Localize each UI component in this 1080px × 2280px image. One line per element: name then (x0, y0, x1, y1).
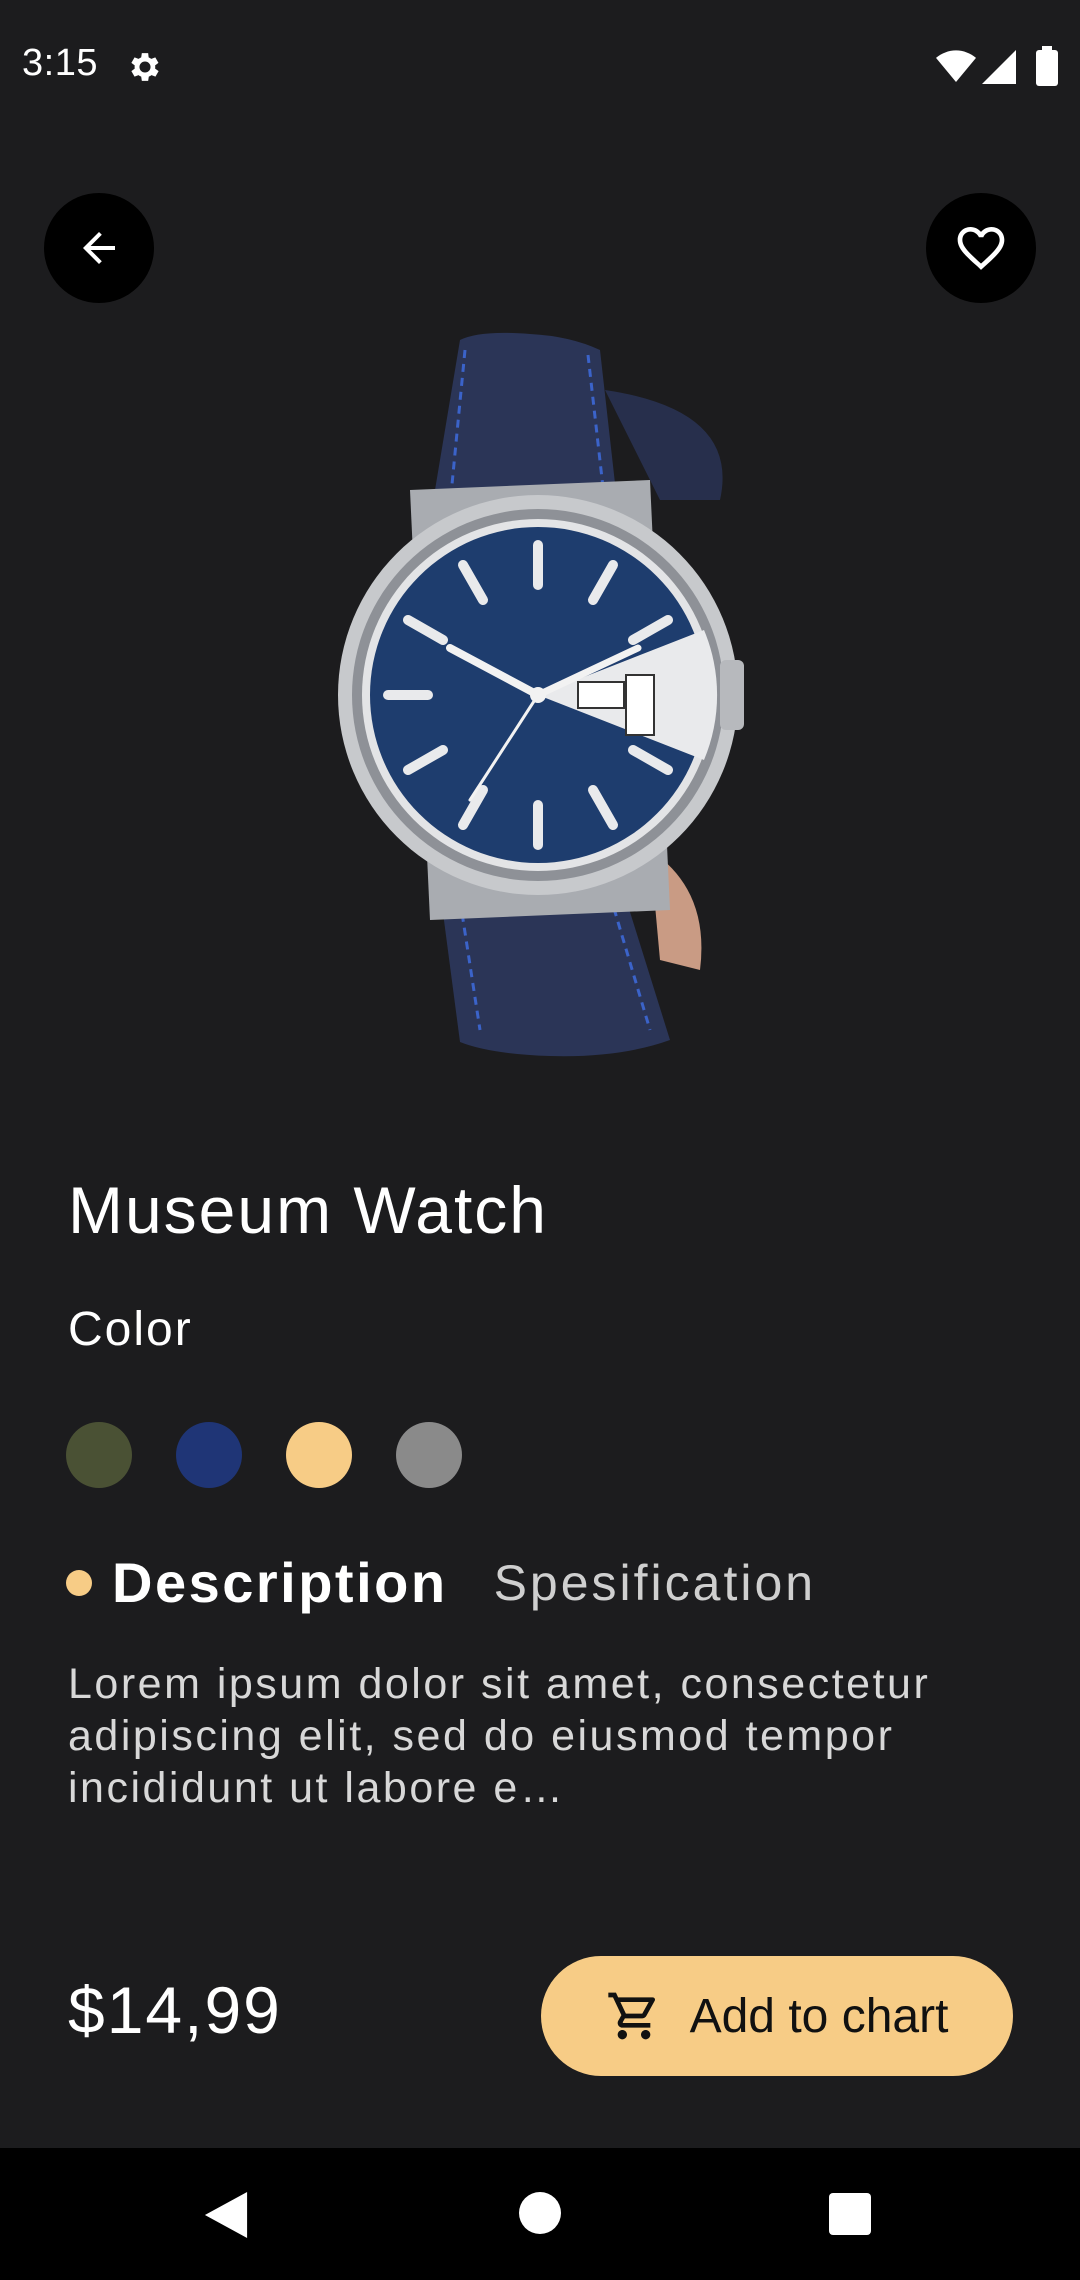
status-bar: 3:15 (0, 0, 1080, 135)
wristwatch-image (338, 332, 744, 1057)
signal-icon (982, 50, 1016, 84)
arrow-left-icon (83, 232, 115, 264)
tab-specification[interactable]: Spesification (494, 1554, 817, 1612)
nav-back-icon[interactable] (204, 2192, 248, 2238)
add-to-cart-label: Add to chart (689, 1989, 949, 2043)
gear-icon (131, 53, 159, 81)
status-time: 3:15 (22, 42, 98, 84)
nav-home-icon[interactable] (519, 2192, 561, 2234)
product-price: $14,99 (68, 1973, 282, 2047)
tab-description[interactable]: Description (112, 1550, 448, 1615)
swatch-navy[interactable] (176, 1422, 242, 1488)
swatch-olive[interactable] (66, 1422, 132, 1488)
product-detail-screen: 3:15 Museum Watch Color Description Spes… (0, 0, 1080, 2280)
product-description: Lorem ipsum dolor sit amet, consectetur … (68, 1660, 931, 1812)
add-to-cart-button[interactable]: Add to chart (541, 1956, 1013, 2076)
nav-recents-icon[interactable] (829, 2193, 871, 2235)
back-button[interactable] (44, 193, 154, 303)
info-tabs: Description Spesification (66, 1550, 816, 1615)
active-tab-indicator (66, 1569, 92, 1596)
heart-outline-icon (957, 227, 1005, 270)
color-swatches (66, 1422, 462, 1488)
favorite-button[interactable] (926, 193, 1036, 303)
product-title: Museum Watch (68, 1173, 549, 1247)
navigation-bar (0, 2148, 1080, 2280)
color-label: Color (68, 1303, 193, 1356)
wifi-icon (936, 50, 976, 82)
cart-icon (607, 1992, 655, 2040)
swatch-peach[interactable] (286, 1422, 352, 1488)
swatch-gray[interactable] (396, 1422, 462, 1488)
battery-icon (1036, 46, 1058, 86)
